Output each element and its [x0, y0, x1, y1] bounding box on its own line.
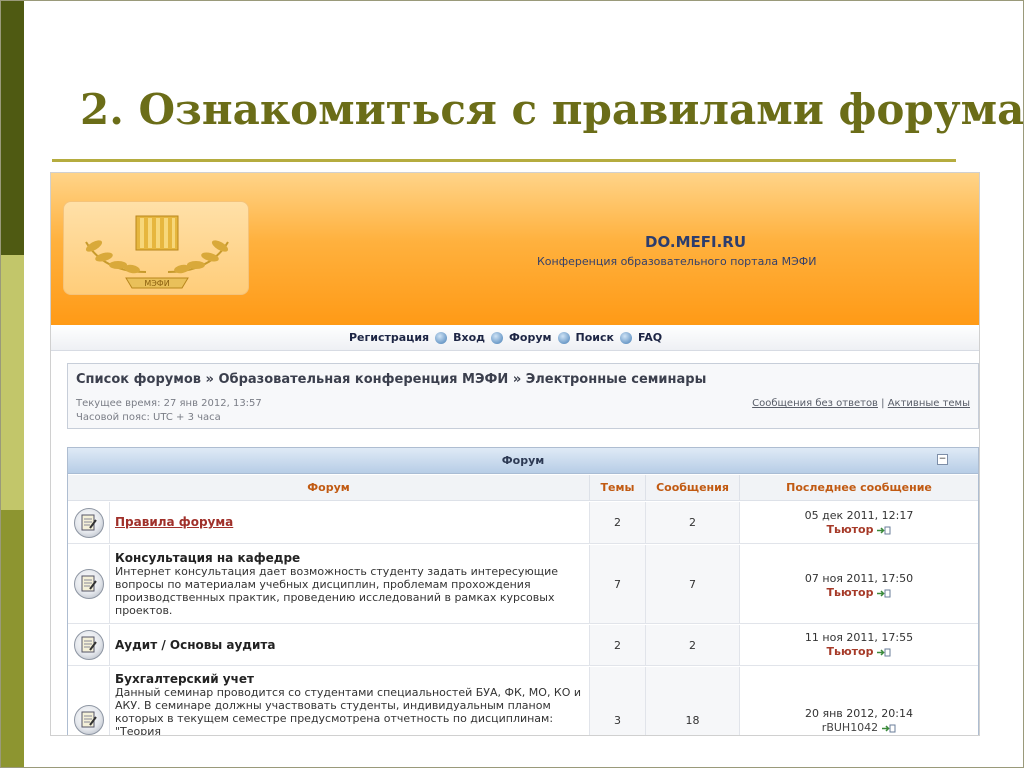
- nav-search-link[interactable]: Поиск: [576, 331, 614, 344]
- posts-count: 7: [689, 578, 696, 591]
- site-description: Конференция образовательного портала МЭФ…: [537, 255, 817, 268]
- forum-read-icon: [74, 705, 104, 735]
- breadcrumb[interactable]: Список форумов » Образовательная конфере…: [76, 372, 706, 387]
- collapse-icon[interactable]: −: [937, 454, 948, 465]
- side-bar-segment: [0, 0, 24, 255]
- link-separator: |: [881, 398, 885, 409]
- forum-read-icon: [74, 508, 104, 538]
- site-header: МЭФИ DO.MEFI.RU Конференция образователь…: [51, 173, 979, 325]
- forum-table: Форум − Форум Темы Сообщения Последнее с…: [67, 447, 979, 736]
- last-post-author-link[interactable]: Тьютор: [827, 645, 874, 658]
- column-header-topics: Темы: [590, 475, 646, 501]
- posts-count: 18: [685, 714, 700, 727]
- table-row: Консультация на кафедре Интернет консуль…: [68, 545, 978, 624]
- logo-text: МЭФИ: [144, 279, 169, 288]
- go-to-post-icon[interactable]: [877, 589, 891, 598]
- presentation-slide: 2. Ознакомиться с правилами форума. МЭФИ…: [0, 0, 1024, 768]
- last-post-author-link[interactable]: Тьютор: [827, 586, 874, 599]
- go-to-post-icon[interactable]: [877, 648, 891, 657]
- slide-title: 2. Ознакомиться с правилами форума.: [80, 85, 1024, 134]
- nav-forum-link[interactable]: Форум: [509, 331, 552, 344]
- forum-table-title: Форум: [501, 454, 545, 467]
- posts-count: 2: [689, 516, 696, 529]
- last-post-author-link[interactable]: rBUH1042: [822, 721, 878, 734]
- last-post-date: 05 дек 2011, 12:17: [804, 509, 914, 522]
- topics-count: 7: [614, 578, 621, 591]
- column-header-forum: Форум: [68, 475, 590, 501]
- topics-count: 2: [614, 516, 621, 529]
- forum-rules-link[interactable]: Правила форума: [115, 515, 233, 529]
- nav-bullet-icon: [620, 331, 632, 344]
- nav-faq-link[interactable]: FAQ: [638, 331, 662, 344]
- table-row: Правила форума 2 2 05 дек 2011, 12:17 Ть…: [68, 502, 978, 544]
- forum-title-link[interactable]: Бухгалтерский учет: [115, 672, 254, 686]
- nav-bullet-icon: [557, 331, 570, 344]
- side-bar-segment: [0, 510, 24, 768]
- forum-read-icon: [74, 569, 104, 599]
- topics-count: 3: [614, 714, 621, 727]
- posts-count: 2: [689, 639, 696, 652]
- site-logo[interactable]: МЭФИ: [63, 201, 249, 295]
- nav-bullet-icon: [491, 331, 504, 344]
- forum-description: Данный семинар проводится со студентами …: [115, 686, 582, 736]
- topics-count: 2: [614, 639, 621, 652]
- table-row: Бухгалтерский учет Данный семинар провод…: [68, 667, 978, 736]
- top-nav-bar: Регистрация Вход Форум Поиск FAQ: [51, 325, 979, 351]
- column-header-posts: Сообщения: [646, 475, 740, 501]
- forum-description: Интернет консультация дает возможность с…: [115, 565, 558, 617]
- laurel-book-emblem-icon: МЭФИ: [85, 215, 229, 289]
- quick-links: Сообщения без ответов | Активные темы: [752, 398, 970, 409]
- go-to-post-icon[interactable]: [877, 526, 891, 535]
- last-post-date: 20 янв 2012, 20:14: [805, 707, 913, 720]
- go-to-post-icon[interactable]: [882, 724, 896, 733]
- nav-register-link[interactable]: Регистрация: [349, 331, 429, 344]
- title-divider: [52, 159, 956, 162]
- column-header-last-post: Последнее сообщение: [740, 475, 978, 501]
- forum-screenshot: МЭФИ DO.MEFI.RU Конференция образователь…: [50, 172, 980, 736]
- active-topics-link[interactable]: Активные темы: [888, 398, 970, 409]
- unanswered-posts-link[interactable]: Сообщения без ответов: [752, 398, 878, 409]
- breadcrumb-panel: Список форумов » Образовательная конфере…: [67, 363, 979, 429]
- last-post-date: 07 ноя 2011, 17:50: [804, 572, 914, 585]
- last-post-date: 11 ноя 2011, 17:55: [804, 631, 914, 644]
- site-name[interactable]: DO.MEFI.RU: [645, 233, 746, 251]
- nav-bullet-icon: [435, 331, 448, 344]
- forum-title-link[interactable]: Аудит / Основы аудита: [115, 638, 275, 652]
- slide-side-bar: [0, 0, 24, 768]
- current-time: Текущее время: 27 янв 2012, 13:57: [76, 398, 262, 409]
- table-row: Аудит / Основы аудита 2 2 11 ноя 2011, 1…: [68, 625, 978, 666]
- timezone: Часовой пояс: UTC + 3 часа: [76, 412, 221, 423]
- last-post-author-link[interactable]: Тьютор: [827, 523, 874, 536]
- nav-login-link[interactable]: Вход: [453, 331, 485, 344]
- forum-table-header: Форум −: [68, 448, 978, 474]
- forum-title-link[interactable]: Консультация на кафедре: [115, 551, 300, 565]
- side-bar-segment: [0, 255, 24, 510]
- forum-read-icon: [74, 630, 104, 660]
